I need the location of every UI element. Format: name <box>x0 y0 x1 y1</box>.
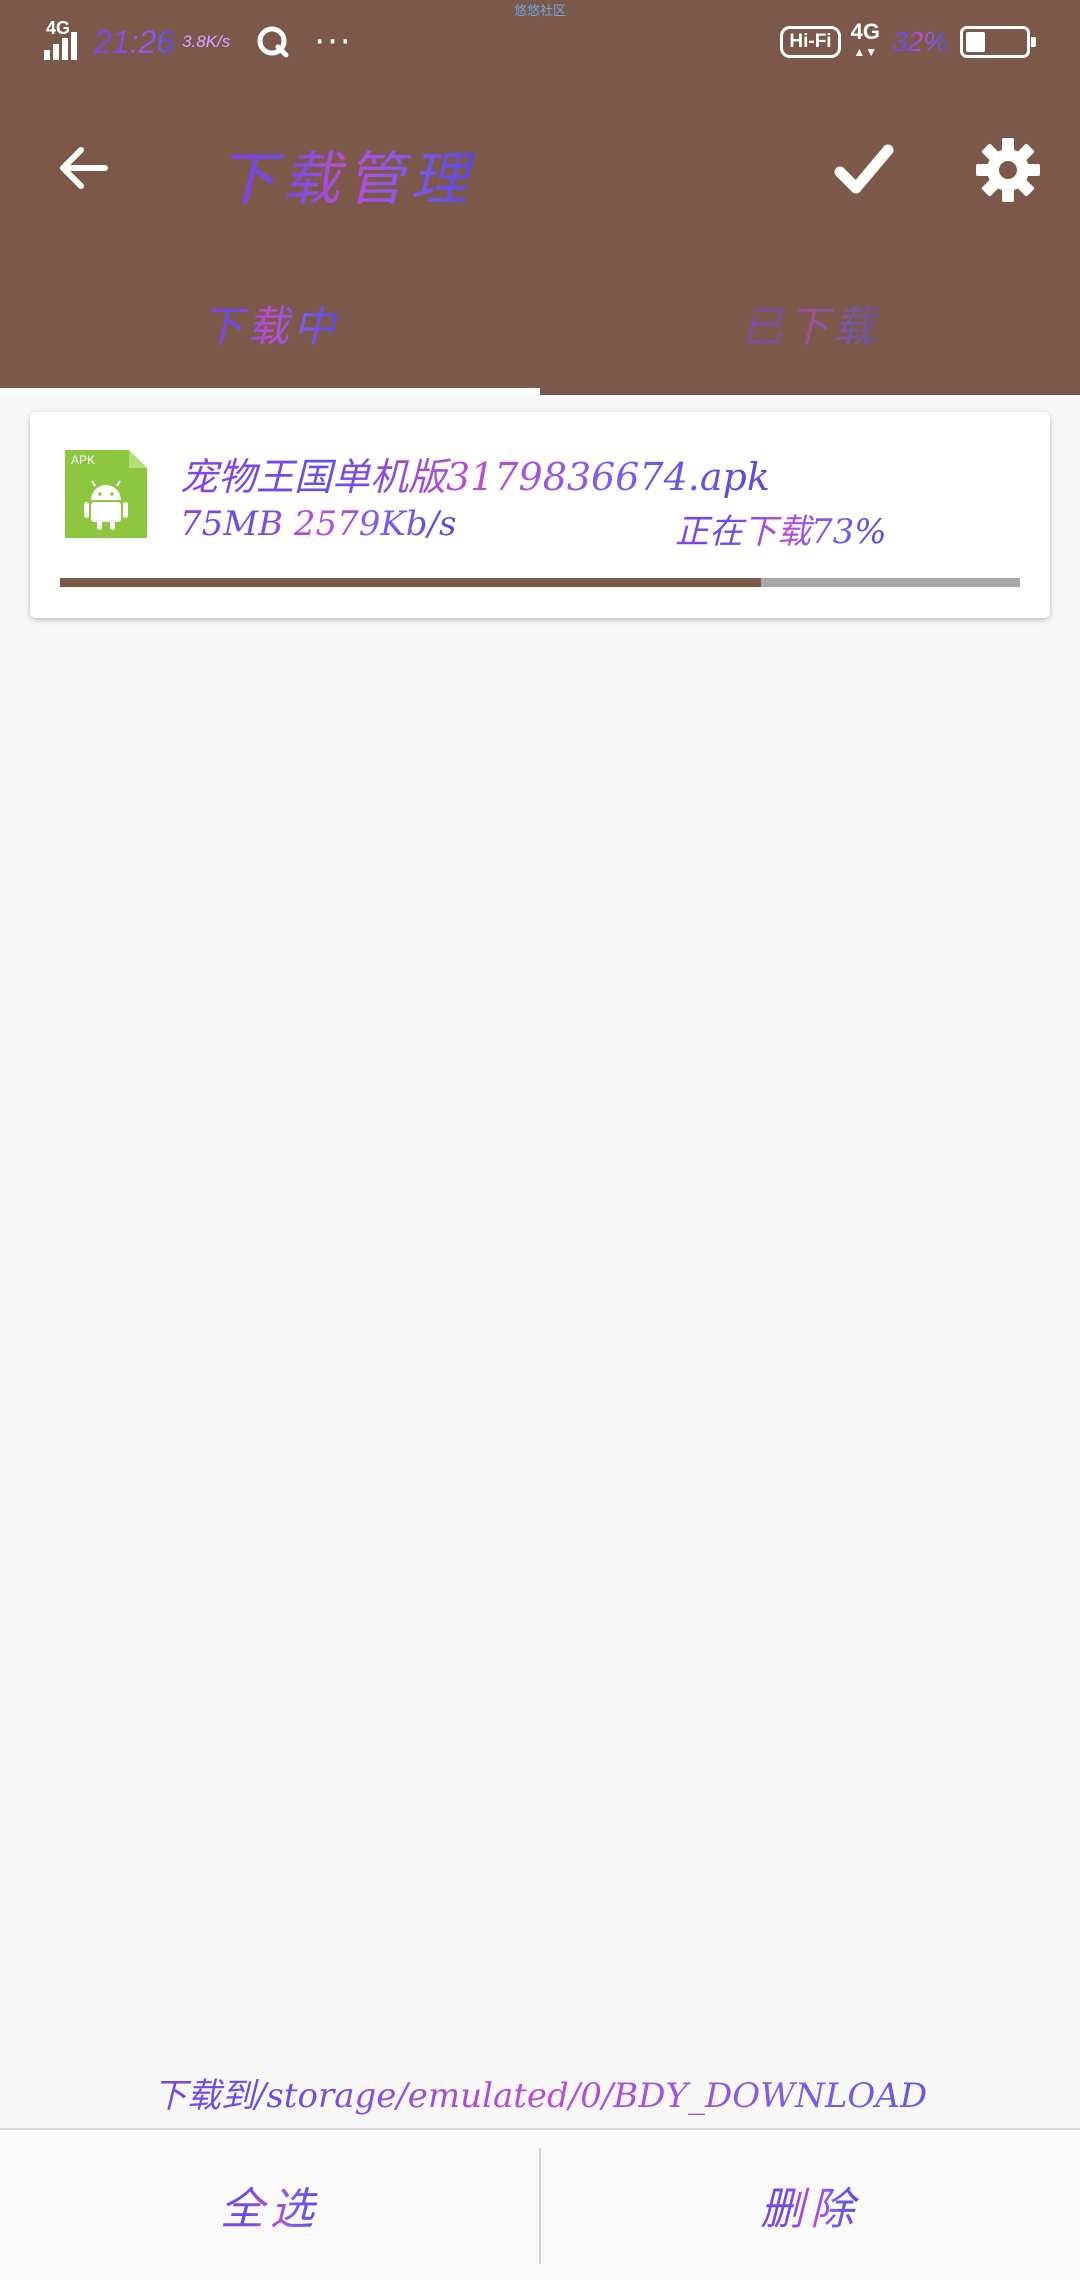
select-all-button[interactable]: 全选 <box>0 2130 540 2280</box>
apk-android-icon: APK <box>65 450 147 538</box>
status-time: 21:26 <box>94 23 175 60</box>
app-bar: 悠悠社区 4G 21:26 3.8K/s ··· Hi-Fi 4G▲▼ 32% <box>0 0 1080 395</box>
confirm-button[interactable] <box>826 132 902 208</box>
tab-indicator <box>0 388 540 395</box>
delete-button[interactable]: 删除 <box>540 2130 1080 2280</box>
battery-percent: 32% <box>891 26 948 57</box>
arrow-left-icon <box>60 147 108 189</box>
tab-bar: 下载中 已下载 <box>0 280 1080 395</box>
tab-downloaded[interactable]: 已下载 <box>540 280 1080 395</box>
page-title: 下载管理 <box>218 132 474 216</box>
tab-downloading[interactable]: 下载中 <box>0 280 540 395</box>
settings-button[interactable] <box>970 132 1046 208</box>
bottom-action-bar: 全选 删除 <box>0 2128 1080 2280</box>
qq-notification-icon <box>257 26 289 58</box>
save-path-label: 下载到/storage/emulated/0/BDY_DOWNLOAD <box>0 2068 1080 2117</box>
select-all-label: 全选 <box>220 2173 320 2237</box>
file-name: 宠物王国单机版3179836674.apk <box>180 446 770 501</box>
download-status: 正在下载73% <box>675 504 887 553</box>
signal-icon: 4G <box>44 18 80 60</box>
progress-fill <box>60 578 761 587</box>
download-item[interactable]: APK 宠物王国单机版3179836674.apk 75MB 2579Kb/s … <box>30 412 1050 618</box>
status-bar: 4G 21:26 3.8K/s ··· Hi-Fi 4G ▲▼ 32% <box>0 0 1080 84</box>
hifi-badge: Hi-Fi <box>780 26 841 58</box>
status-left: 4G 21:26 3.8K/s ··· <box>44 16 353 68</box>
delete-label: 删除 <box>760 2173 860 2237</box>
more-notifications-icon: ··· <box>314 22 353 62</box>
network-speed: 3.8K/s <box>182 32 231 51</box>
network-type-right: 4G ▲▼ <box>850 19 880 60</box>
progress-bar <box>60 578 1020 587</box>
network-type-left: 4G <box>46 18 71 38</box>
gear-icon <box>976 138 1040 202</box>
checkmark-icon <box>834 144 894 194</box>
status-right: Hi-Fi 4G ▲▼ 32% <box>780 16 1036 68</box>
tab-downloaded-label: 已下载 <box>741 293 879 354</box>
tab-downloading-label: 下载中 <box>201 293 339 354</box>
battery-icon <box>960 26 1036 58</box>
apk-badge: APK <box>71 453 95 467</box>
back-button[interactable] <box>50 135 116 201</box>
toolbar: 下载管理 <box>0 110 1080 230</box>
file-size-speed: 75MB 2579Kb/s <box>180 504 457 544</box>
divider <box>539 2148 541 2264</box>
